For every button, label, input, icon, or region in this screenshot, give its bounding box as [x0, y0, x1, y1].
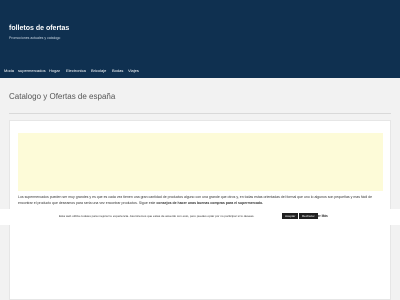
site-title[interactable]: folletos de ofertas [9, 25, 69, 32]
intro-link-text[interactable]: consejos de hacer unas buenas compras pa… [156, 201, 263, 205]
site-header: folletos de ofertas Promociones actuales… [0, 0, 400, 78]
page-title: Catalogo y Ofertas de españa [9, 92, 116, 101]
nav-item-moda[interactable]: Moda [4, 68, 14, 73]
title-divider [9, 113, 391, 114]
main-navigation: Moda supermercados Hogar Electronica Bri… [0, 68, 400, 76]
advertisement-slot[interactable] [18, 133, 383, 191]
cookie-consent-bar: Esta web utiliza cookies para mejorar tu… [0, 209, 400, 225]
site-tagline: Promociones actuales y catalogo [9, 36, 61, 40]
nav-item-hogar[interactable]: Hogar [49, 68, 60, 73]
nav-item-electronica[interactable]: Electronica [66, 68, 86, 73]
nav-item-viajes[interactable]: Viajes [128, 68, 139, 73]
cookie-message: Esta web utiliza cookies para mejorar tu… [59, 214, 255, 218]
intro-paragraph: Los supermercados pueden ser muy grandes… [18, 195, 384, 206]
nav-item-bricolaje[interactable]: Bricolaje [91, 68, 106, 73]
read-more-link[interactable]: Leer Más [314, 214, 328, 218]
nav-item-supermercados[interactable]: supermercados [18, 68, 46, 73]
accept-cookies-button[interactable]: Aceptar [282, 213, 299, 219]
nav-item-bodas[interactable]: Bodas [112, 68, 123, 73]
